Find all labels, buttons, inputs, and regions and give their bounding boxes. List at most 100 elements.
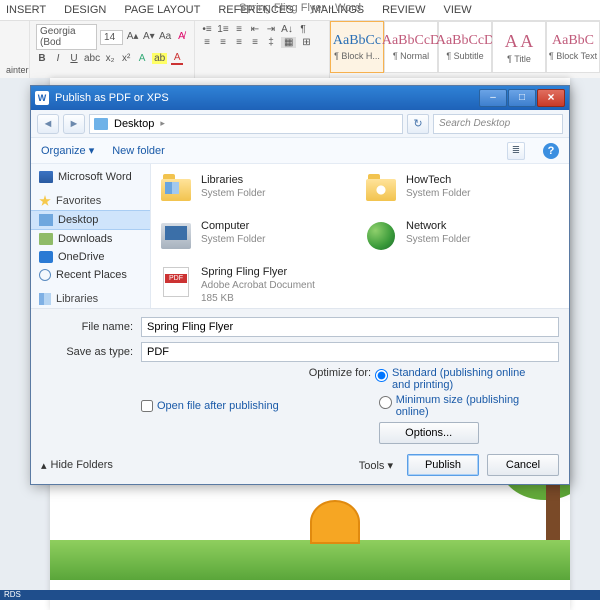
line-spacing-icon[interactable]: ‡ [265,37,277,48]
refresh-button[interactable]: ↻ [407,114,429,134]
optimize-minimum-radio[interactable] [379,396,392,409]
style-subtitle[interactable]: AaBbCcD¶ Subtitle [438,21,492,73]
nav-bar: ◄ ► Desktop ▸ ↻ Search Desktop [31,110,569,138]
file-item-network[interactable]: NetworkSystem Folder [364,220,561,260]
strike-button[interactable]: abc [84,53,100,64]
tab-view[interactable]: VIEW [444,2,472,18]
open-after-box[interactable] [141,400,153,412]
tab-review[interactable]: REVIEW [382,2,425,18]
multilevel-icon[interactable]: ≡ [233,24,245,35]
subscript-button[interactable]: x₂ [104,53,116,64]
status-text: RDS [4,590,21,599]
optimize-minimum-label[interactable]: Minimum size (publishing online) [396,394,536,418]
onedrive-icon [39,251,53,263]
shrink-font-icon[interactable]: A▾ [142,29,155,45]
cancel-button[interactable]: Cancel [487,454,559,476]
sidebar-item-onedrive[interactable]: OneDrive [31,248,150,266]
sidebar-group-libraries[interactable]: Libraries [31,290,150,308]
align-center-icon[interactable]: ≡ [217,37,229,48]
sidebar-group-favorites[interactable]: Favorites [31,192,150,210]
breadcrumb-desktop[interactable]: Desktop [114,118,154,130]
dialog-toolbar: Organize ▾ New folder ≣ ? [31,138,569,164]
file-item-pdf[interactable]: Spring Fling FlyerAdobe Acrobat Document… [159,266,356,306]
back-button[interactable]: ◄ [37,114,59,134]
bullets-icon[interactable]: •≡ [201,24,213,35]
publish-button[interactable]: Publish [407,454,479,476]
minimize-button[interactable]: – [479,89,507,107]
sidebar-item-desktop[interactable]: Desktop [31,210,150,230]
font-color-icon[interactable]: A [171,52,183,65]
sidebar-item-recent[interactable]: Recent Places [31,266,150,284]
word-app-icon: W [35,91,49,105]
save-type-select[interactable]: PDF [141,342,559,362]
paragraph-mark-icon[interactable]: ¶ [297,24,309,35]
hide-folders-button[interactable]: ▴ Hide Folders [41,459,113,472]
libraries-icon [39,293,51,305]
publish-pdf-dialog: W Publish as PDF or XPS – □ × ◄ ► Deskto… [30,85,570,485]
style-block-h[interactable]: AaBbCc¶ Block H... [330,21,384,73]
dialog-titlebar[interactable]: W Publish as PDF or XPS – □ × [31,86,569,110]
bold-button[interactable]: B [36,53,48,64]
network-icon [367,222,395,250]
help-icon[interactable]: ? [543,143,559,159]
shading-icon[interactable]: ▦ [281,37,296,48]
forward-button[interactable]: ► [63,114,85,134]
sort-icon[interactable]: A↓ [281,24,293,35]
indent-inc-icon[interactable]: ⇥ [265,24,277,35]
align-left-icon[interactable]: ≡ [201,37,213,48]
align-right-icon[interactable]: ≡ [233,37,245,48]
style-normal[interactable]: AaBbCcD¶ Normal [384,21,438,73]
font-size-select[interactable]: 14 [100,30,123,45]
tab-design[interactable]: DESIGN [64,2,106,18]
document-title: Spring Fling Flyer - Word [239,0,361,16]
dialog-bottom: File name: Spring Fling Flyer Save as ty… [31,308,569,484]
grow-font-icon[interactable]: A▴ [126,29,139,45]
file-name-input[interactable]: Spring Fling Flyer [141,317,559,337]
recent-icon [39,269,51,281]
style-title[interactable]: A A¶ Title [492,21,546,73]
save-type-label: Save as type: [41,346,141,358]
font-name-select[interactable]: Georgia (Bod [36,24,97,50]
close-button[interactable]: × [537,89,565,107]
new-folder-button[interactable]: New folder [112,145,165,157]
tab-insert[interactable]: INSERT [6,2,46,18]
file-item-howtech[interactable]: HowTechSystem Folder [364,174,561,214]
numbering-icon[interactable]: 1≡ [217,24,229,35]
breadcrumb-sep-icon[interactable]: ▸ [160,118,165,129]
tools-menu[interactable]: Tools ▾ [359,459,399,472]
optimize-standard-radio[interactable] [375,369,388,382]
justify-icon[interactable]: ≡ [249,37,261,48]
file-name-label: File name: [41,321,141,333]
breadcrumb[interactable]: Desktop ▸ [89,114,403,134]
borders-icon[interactable]: ⊞ [300,37,312,48]
file-list: LibrariesSystem Folder HowTechSystem Fol… [151,164,569,308]
word-icon [39,171,53,183]
view-mode-button[interactable]: ≣ [507,142,525,160]
sidebar-item-word[interactable]: Microsoft Word [31,168,150,186]
indent-dec-icon[interactable]: ⇤ [249,24,261,35]
text-effects-icon[interactable]: A [136,53,148,64]
change-case-icon[interactable]: Aa [159,29,172,45]
tab-page-layout[interactable]: PAGE LAYOUT [124,2,200,18]
file-item-libraries[interactable]: LibrariesSystem Folder [159,174,356,214]
style-block-text[interactable]: AaBbC¶ Block Text [546,21,600,73]
dialog-body: Microsoft Word Favorites Desktop Downloa… [31,164,569,308]
optimize-for-label: Optimize for: [309,367,371,379]
open-after-checkbox[interactable]: Open file after publishing [141,367,279,444]
maximize-button[interactable]: □ [508,89,536,107]
underline-button[interactable]: U [68,53,80,64]
options-button[interactable]: Options... [379,422,479,444]
dialog-title-text: Publish as PDF or XPS [55,92,169,104]
highlight-icon[interactable]: ab [152,53,167,64]
styles-gallery: AaBbCc¶ Block H... AaBbCcD¶ Normal AaBbC… [330,21,600,78]
chevron-up-icon: ▴ [41,459,47,472]
superscript-button[interactable]: x² [120,53,132,64]
file-item-computer[interactable]: ComputerSystem Folder [159,220,356,260]
clear-format-icon[interactable]: A̸ [175,29,188,45]
optimize-standard-label[interactable]: Standard (publishing online and printing… [392,367,532,391]
search-input[interactable]: Search Desktop [433,114,563,134]
ribbon: ainter Georgia (Bod 14 A▴ A▾ Aa A̸ B I U… [0,21,600,79]
organize-menu[interactable]: Organize ▾ [41,144,94,157]
sidebar-item-downloads[interactable]: Downloads [31,230,150,248]
italic-button[interactable]: I [52,53,64,64]
